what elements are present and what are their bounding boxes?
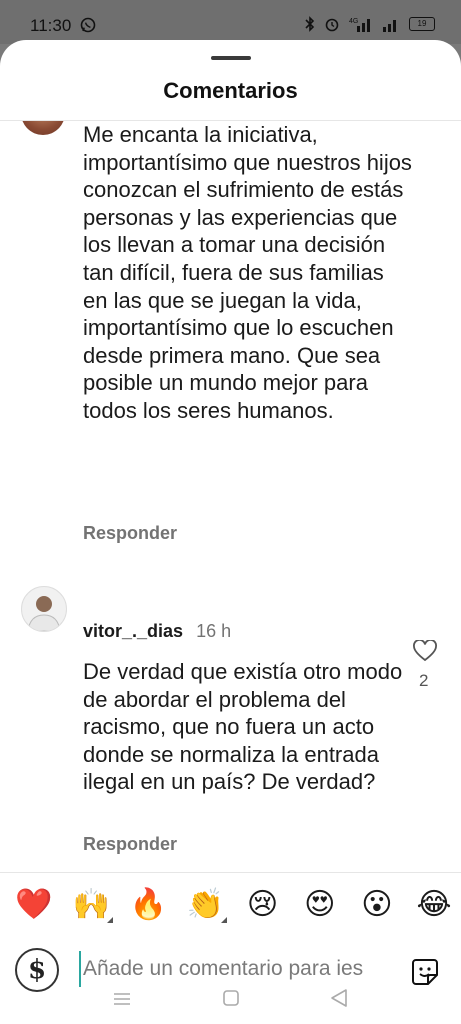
- heart-icon[interactable]: [413, 640, 437, 662]
- back-icon[interactable]: [330, 988, 348, 1008]
- navigation-bar: [0, 975, 461, 1024]
- divider: [0, 872, 461, 873]
- comment-header: vitor_._dias 16 h: [83, 621, 231, 642]
- heart-emoji-button[interactable]: ❤️: [14, 885, 54, 925]
- skin-tone-indicator: [107, 917, 114, 923]
- status-time: 11:30: [30, 16, 72, 35]
- comment-username[interactable]: vitor_._dias: [83, 621, 183, 641]
- avatar[interactable]: [21, 121, 65, 135]
- alarm-icon: [325, 18, 339, 32]
- svg-text:4G: 4G: [349, 18, 358, 25]
- signal-2-icon: [383, 20, 396, 32]
- comments-sheet: Comentarios Me encanta la iniciativa, im…: [0, 40, 461, 1024]
- raising-hands-emoji: 🙌: [72, 888, 110, 921]
- quick-reactions: ❤️ 🙌 🔥 👏 😢 😍 😮 😂: [14, 885, 454, 925]
- reply-button[interactable]: Responder: [83, 834, 177, 855]
- status-bar: 11:30 4G 19: [0, 0, 461, 44]
- bluetooth-icon: [305, 16, 315, 32]
- skin-tone-indicator: [221, 917, 228, 923]
- heart-eyes-emoji-button[interactable]: 😍: [300, 885, 340, 925]
- signal-icon: 4G: [349, 18, 370, 32]
- clapping-emoji: 👏: [186, 888, 225, 921]
- avatar[interactable]: [21, 586, 67, 632]
- comment-text: De verdad que existía otro modo de abord…: [83, 659, 403, 795]
- reply-button[interactable]: Responder: [83, 523, 177, 544]
- fire-emoji-button[interactable]: 🔥: [128, 885, 168, 925]
- sheet-title: Comentarios: [163, 78, 298, 103]
- comment-time: 16 h: [196, 621, 232, 641]
- comment-text: Me encanta la iniciativa, importantísimo…: [83, 122, 412, 423]
- status-icons: 4G 19: [305, 16, 435, 32]
- comments-list[interactable]: Me encanta la iniciativa, importantísimo…: [0, 121, 461, 871]
- battery-icon: 19: [409, 17, 435, 31]
- like-count[interactable]: 2: [419, 671, 428, 691]
- laughing-emoji-button[interactable]: 😂: [414, 885, 454, 925]
- surprised-emoji-button[interactable]: 😮: [357, 885, 397, 925]
- home-icon[interactable]: [222, 989, 240, 1007]
- whatsapp-icon: [80, 17, 96, 33]
- grab-handle[interactable]: [211, 56, 251, 60]
- crying-emoji-button[interactable]: 😢: [243, 885, 283, 925]
- clapping-emoji-button[interactable]: 👏: [185, 885, 228, 925]
- raising-hands-emoji-button[interactable]: 🙌: [71, 885, 114, 925]
- person-icon: [27, 596, 61, 631]
- battery-level: 19: [417, 19, 427, 28]
- menu-icon[interactable]: [113, 992, 131, 1006]
